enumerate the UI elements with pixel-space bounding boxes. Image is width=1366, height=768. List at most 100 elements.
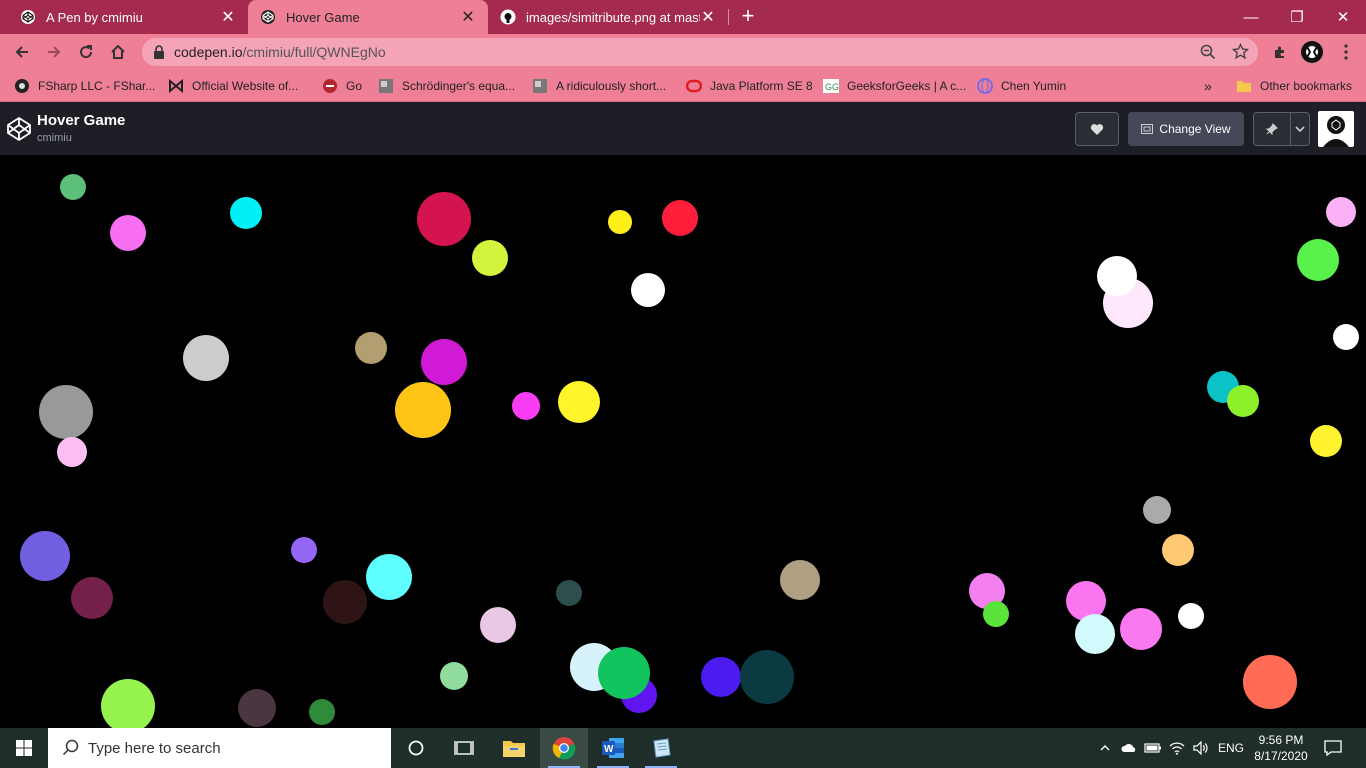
game-circle[interactable] [1333, 324, 1359, 350]
volume-icon[interactable] [1190, 728, 1212, 768]
game-circle[interactable] [355, 332, 387, 364]
close-tab-icon[interactable]: ✕ [700, 7, 716, 27]
tab-github-image[interactable]: images/simitribute.png at master ✕ [488, 0, 728, 34]
game-circle[interactable] [472, 240, 508, 276]
game-circle[interactable] [101, 679, 155, 728]
game-circle[interactable] [598, 647, 650, 699]
close-tab-icon[interactable]: ✕ [460, 7, 476, 27]
game-circle[interactable] [556, 580, 582, 606]
bookmark-chen-yumin[interactable]: Chen Yumin [977, 76, 1066, 96]
windows-start-icon[interactable] [0, 728, 48, 768]
bookmarks-overflow-button[interactable]: » [1204, 76, 1212, 96]
close-tab-icon[interactable]: ✕ [220, 7, 236, 27]
lock-icon[interactable] [153, 45, 165, 64]
forward-icon[interactable] [41, 39, 67, 65]
bookmark-ridiculously-short[interactable]: A ridiculously short... [532, 76, 666, 96]
tab-a-pen[interactable]: A Pen by cmimiu ✕ [8, 0, 248, 34]
pen-author[interactable]: cmimiu [37, 132, 72, 144]
onedrive-cloud-icon[interactable] [1118, 728, 1140, 768]
back-icon[interactable] [9, 39, 35, 65]
file-explorer-icon[interactable] [490, 728, 538, 768]
game-circle[interactable] [1310, 425, 1342, 457]
game-circle[interactable] [983, 601, 1009, 627]
pin-button[interactable] [1253, 112, 1291, 146]
bookmark-geeksforgeeks[interactable]: GG GeeksforGeeks | A c... [823, 76, 966, 96]
game-circle[interactable] [631, 273, 665, 307]
game-circle[interactable] [421, 339, 467, 385]
like-button[interactable] [1075, 112, 1119, 146]
change-view-button[interactable]: Change View [1128, 112, 1244, 146]
user-avatar[interactable] [1318, 111, 1354, 147]
notepad-app-icon[interactable] [637, 728, 685, 768]
show-hidden-icons-chevron-icon[interactable] [1096, 728, 1114, 768]
bookmark-official-website[interactable]: Official Website of... [168, 76, 298, 96]
wifi-icon[interactable] [1166, 728, 1188, 768]
reload-icon[interactable] [73, 39, 99, 65]
taskbar-search-box[interactable]: Type here to search [48, 728, 391, 768]
bookmark-go[interactable]: Go [322, 76, 362, 96]
game-circle[interactable] [323, 580, 367, 624]
game-circle[interactable] [1227, 385, 1259, 417]
extensions-icon[interactable] [1267, 39, 1293, 65]
game-circle[interactable] [1326, 197, 1356, 227]
game-circle[interactable] [1243, 655, 1297, 709]
game-circle[interactable] [291, 537, 317, 563]
language-indicator[interactable]: ENG [1214, 728, 1248, 768]
bookmark-star-icon[interactable] [1231, 42, 1250, 65]
circles-canvas[interactable] [0, 155, 1366, 728]
game-circle[interactable] [512, 392, 540, 420]
address-bar[interactable]: codepen.io/cmimiu/full/QWNEgNo [142, 38, 1258, 66]
game-circle[interactable] [662, 200, 698, 236]
game-circle[interactable] [608, 210, 632, 234]
game-circle[interactable] [20, 531, 70, 581]
new-tab-icon[interactable]: + [736, 5, 760, 29]
game-circle[interactable] [480, 607, 516, 643]
bookmark-fsharp[interactable]: FSharp LLC - FShar... [14, 76, 155, 96]
home-icon[interactable] [105, 39, 131, 65]
task-view-icon[interactable] [440, 728, 488, 768]
game-circle[interactable] [110, 215, 146, 251]
close-window-icon[interactable]: ✕ [1320, 0, 1366, 34]
bookmark-schrodinger[interactable]: Schrödinger's equa... [378, 76, 515, 96]
notifications-icon[interactable] [1320, 728, 1346, 768]
codepen-logo-icon[interactable] [6, 116, 32, 147]
bookmark-other-bookmarks[interactable]: Other bookmarks [1236, 76, 1352, 96]
game-circle[interactable] [440, 662, 468, 690]
chrome-icon[interactable] [540, 728, 588, 768]
word-icon[interactable]: W [589, 728, 637, 768]
game-circle[interactable] [1120, 608, 1162, 650]
game-circle[interactable] [1097, 256, 1137, 296]
pin-dropdown-button[interactable] [1290, 112, 1310, 146]
restore-icon[interactable]: ❐ [1274, 0, 1320, 34]
game-circle[interactable] [57, 437, 87, 467]
game-circle[interactable] [366, 554, 412, 600]
battery-icon[interactable] [1142, 728, 1164, 768]
zoom-icon[interactable] [1200, 44, 1216, 65]
cortana-icon[interactable] [392, 728, 440, 768]
game-circle[interactable] [183, 335, 229, 381]
game-circle[interactable] [740, 650, 794, 704]
game-circle[interactable] [558, 381, 600, 423]
tab-hover-game[interactable]: Hover Game ✕ [248, 0, 488, 34]
game-circle[interactable] [39, 385, 93, 439]
game-stage[interactable] [0, 155, 1366, 728]
game-circle[interactable] [230, 197, 262, 229]
taskbar-clock[interactable]: 9:56 PM 8/17/2020 [1250, 732, 1312, 764]
minimize-icon[interactable]: — [1228, 0, 1274, 34]
game-circle[interactable] [238, 689, 276, 727]
game-circle[interactable] [309, 699, 335, 725]
game-circle[interactable] [1178, 603, 1204, 629]
game-circle[interactable] [71, 577, 113, 619]
menu-kebab-icon[interactable] [1333, 39, 1359, 65]
game-circle[interactable] [1297, 239, 1339, 281]
game-circle[interactable] [417, 192, 471, 246]
game-circle[interactable] [395, 382, 451, 438]
game-circle[interactable] [60, 174, 86, 200]
game-circle[interactable] [701, 657, 741, 697]
game-circle[interactable] [1075, 614, 1115, 654]
game-circle[interactable] [780, 560, 820, 600]
bookmark-java[interactable]: Java Platform SE 8 [686, 76, 813, 96]
profile-avatar[interactable] [1299, 39, 1325, 65]
game-circle[interactable] [1143, 496, 1171, 524]
game-circle[interactable] [1162, 534, 1194, 566]
